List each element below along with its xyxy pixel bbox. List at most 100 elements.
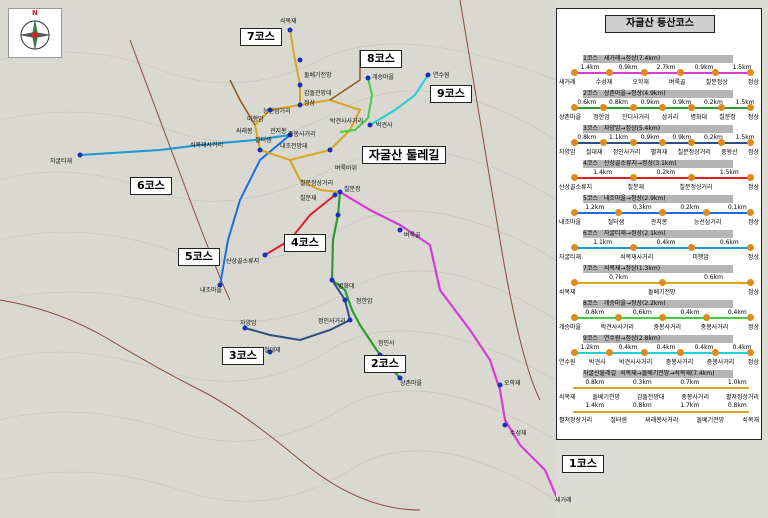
legend-stop-label: 정상 [747,254,759,261]
legend-item: 0.8km [585,379,605,386]
legend-stop-dot [747,209,754,216]
legend-line [573,387,749,389]
legend-item: 싸래봉사거리 [645,417,679,424]
place-sangchon: 상촌마을 [400,380,423,387]
legend-distance: 0.8km [609,99,628,106]
legend-distance: 0.2km [680,204,700,211]
legend-stop-dot [629,104,637,111]
legend-stop-dot [688,104,696,111]
legend-stop-label: 정상 [747,149,759,156]
legend-distances: 1.2km 0.4km 0.4km 0.4km 0.4km [571,344,761,351]
legend-stop-label: 정인사거리 [612,149,641,156]
legend-stop-label: 박견사사거리 [619,359,653,366]
legend-row-c9: 9코스 연수원→정상(2.8km) 1.2km 0.4km 0.4km 0.4km 0.4k… [559,335,759,369]
legend-distance: 1.1km [609,134,628,141]
legend-stop-label: 잔디사거리 [621,114,650,121]
legend-header: 8코스 개승마을→정상(2.2km) [583,300,733,308]
legend-item: 돌베기전망 [696,417,725,424]
legend-item: 갑돌전망대 [636,394,665,401]
legend-stop-label: 쇠목재사거리 [620,254,654,261]
legend-stop-label: 능선삼거리 [693,219,722,226]
legend-route: 산상골소류지→정상(3.1km) [603,160,677,167]
legend-stop-dot [571,104,578,111]
legend-stop-label: 칠분정상거리 [677,149,711,156]
place-jeonginsa: 정인사거리 [318,318,346,325]
map-label-course-3: 3코스 [222,347,264,365]
map-label-course-2: 2코스 [364,355,406,373]
legend-stop-label: 절대재 [585,149,603,156]
map-label-dullegil: 자굴산 둘레길 [362,146,447,164]
place-jeongsang: 정상 [304,100,316,107]
legend-stop-dot [571,69,578,76]
legend-stop-label: 개승마을 [559,324,582,331]
legend-stop-label: 중왕산 [721,149,738,156]
legend-distance: 1.1km [593,239,613,246]
legend-stop-label: 칠분정상거리 [679,184,713,191]
legend-distance: 1.5km [719,169,739,176]
legend-stops: 산상골소류지 칠분재 칠분정상거리 정상 [559,182,759,191]
legend-stops1: 쇠목재 돌베기전망 갑돌전망대 중봉사거리 펼쳐정상거리 [559,392,759,401]
legend-route: 자양암→정상(5.4km) [603,125,661,132]
legend-distance: 0.1km [727,204,747,211]
legend-dists2: 1.4km 0.8km 1.7km 0.8km [571,402,761,409]
place-ohakjae: 오학재 [504,380,521,387]
legend-stop-dot [600,139,608,146]
legend-stop-label: 정상 [747,324,759,331]
legend-distance: 0.4km [727,309,747,316]
legend-stop-dot [676,69,684,76]
place-jeolteo2: 절대재 [264,347,281,354]
legend-row-c7: 7코스 쇠목재→정상(1.3km) 0.7km 0.6km 쇠목재 돌베기전망 정상 [559,265,759,299]
legend-stop-label: 박견사 [589,359,606,366]
legend-row-c1: 1코스 새거래→정상(7.4km) 1.4km 0.9km 2.7km 0.9km 1.5k… [559,55,759,89]
legend-code: 7코스 [583,265,598,272]
legend-distance: 1.4km [580,64,600,71]
place-gaeseung: 개승마을 [372,74,395,81]
legend-distance: 0.6km [704,274,723,281]
legend-item: 돌베기전망 [592,394,621,401]
legend-item: 0.7km [680,379,700,386]
legend-distance: 0.4km [680,309,700,316]
legend-row-c5: 5코스 내조마을→정상(2.9km) 1.2km 0.3km 0.2km 0.1km 내조마… [559,195,759,229]
legend-stop-dot [688,174,696,181]
legend-stop-dot [615,209,622,216]
legend-stop-label: 정상 [747,289,759,296]
legend-stop-label: 칠분정상 [705,79,728,86]
legend-stop-dot [571,279,578,286]
legend-distances: 0.7km 0.6km [571,274,761,281]
legend-stop-label: 돌베기전망 [647,289,676,296]
legend-route: 내조마을→정상(2.9km) [603,195,666,202]
legend-code: 1코스 [583,55,598,62]
place-jayang: 자양암 [240,320,257,327]
place-naejo-village: 내조마을 [200,287,223,294]
legend-header: 4코스 산상골소류지→정상(3.1km) [583,160,733,168]
legend-route: 개승마을→정상(2.2km) [603,300,666,307]
place-chilbunjae: 칠분재 [300,195,317,202]
legend-code: 4코스 [583,160,598,167]
legend-distances: 1.4km 0.9km 2.7km 0.9km 1.5km [571,64,761,71]
legend-stops: 자양암 절대재 정인사거리 펼쳐재 칠분정상거리 중왕산 정상 [559,147,759,156]
legend-stop-label: 중봉사거리 [706,359,735,366]
legend-stop-dot [659,279,666,286]
legend-distance: 2.7km [656,64,676,71]
map-canvas [0,0,556,518]
legend-header: 1코스 새거래→정상(7.4km) [583,55,733,63]
legend-distance: 0.6km [577,99,597,106]
legend-stop-dot [571,174,578,181]
legend-stop-label: 쇠목재 [559,289,576,296]
legend-dists1: 0.8km 0.3km 0.7km 1.0km [571,379,761,386]
legend-distance: 0.2km [656,169,676,176]
legend-stop-dot [747,174,754,181]
legend-header: 2코스 상촌마을→정상(4.9km) [583,90,733,98]
legend-route: 상촌마을→정상(4.9km) [603,90,666,97]
legend-item: 1.0km [727,379,747,386]
legend-stop-dot [703,209,710,216]
legend-stop-label: 산상골소류지 [559,184,593,191]
place-beryeonggol: 벼룩골 [404,232,421,239]
legend-row-c3: 3코스 자양암→정상(5.4km) 0.8km 1.1km 0.9km 0.9km 0.2k… [559,125,759,159]
legend-stop-dot [747,314,754,321]
legend-stops2: 펼쳐정상거리 절터샘 싸래봉사거리 돌베기전망 쇠목재 [559,415,759,424]
legend-distance: 1.2km [585,204,605,211]
legend-stop-label: 중봉사거리 [665,359,694,366]
compass-north: N [32,9,38,17]
legend-header: 7코스 쇠목재→정상(1.3km) [583,265,733,273]
